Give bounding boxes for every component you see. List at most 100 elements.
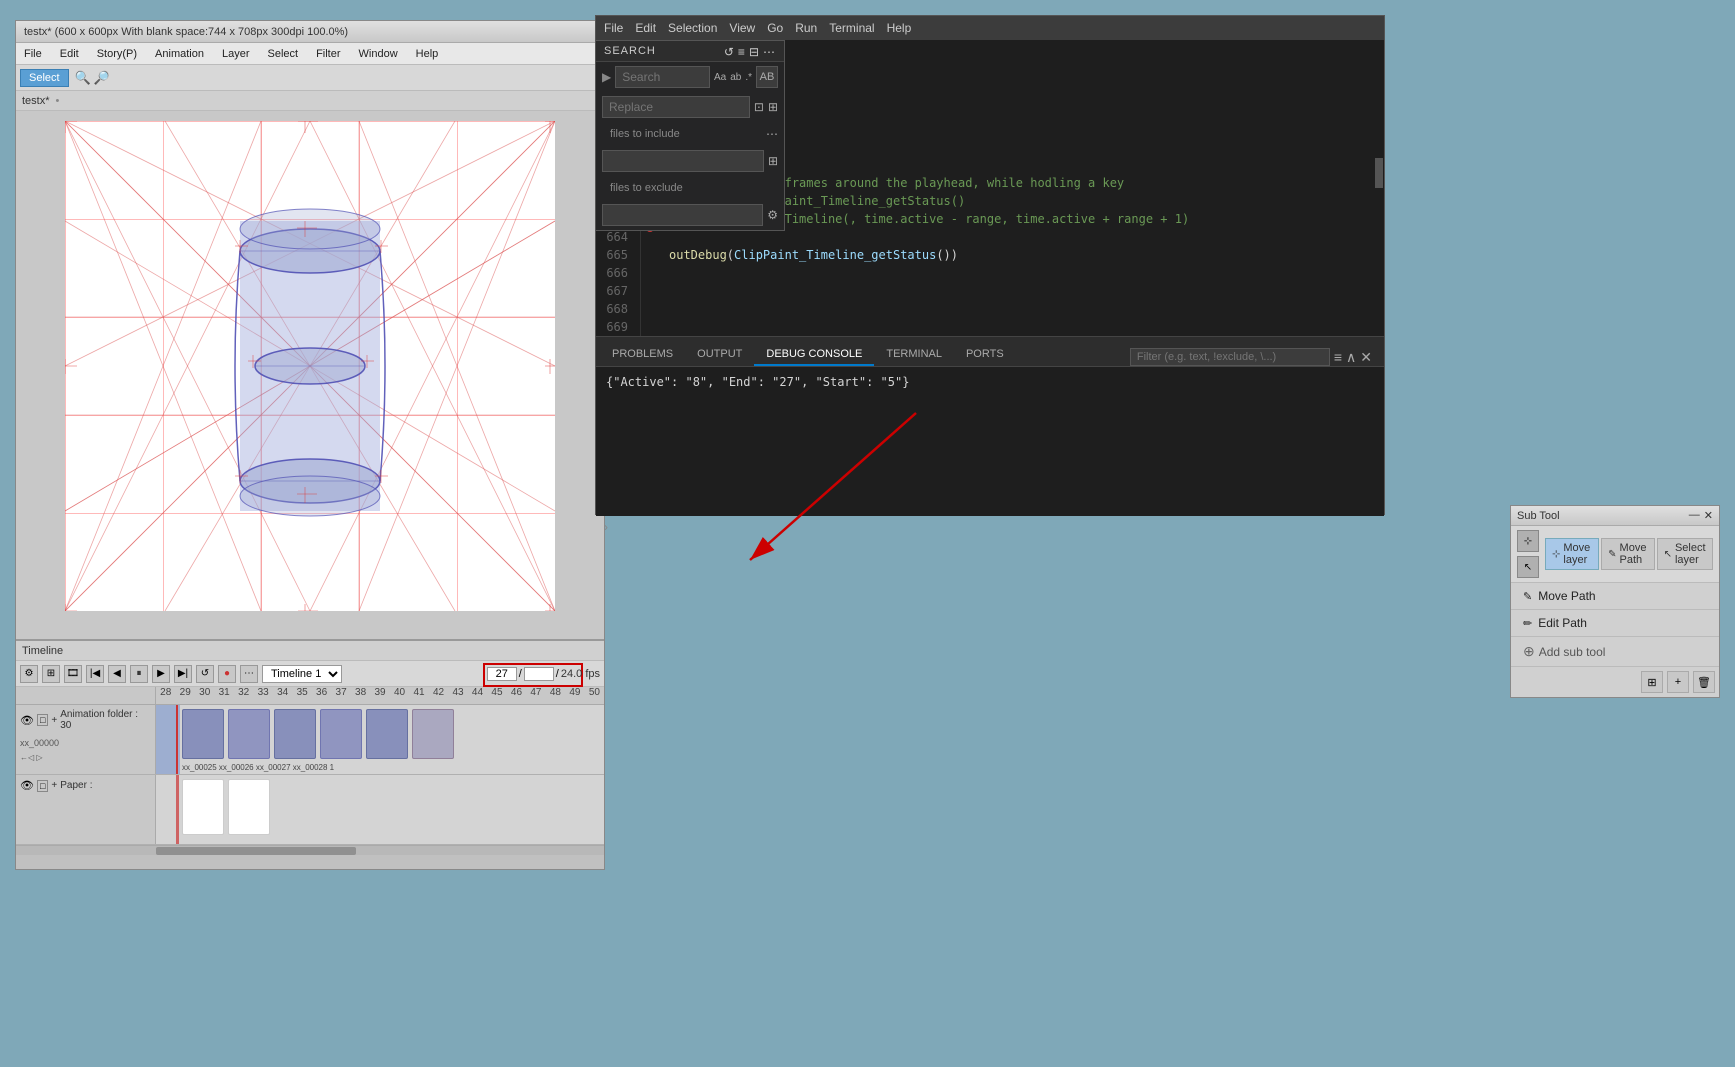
menu-help[interactable]: Help bbox=[412, 46, 443, 62]
regex-btn[interactable]: .* bbox=[745, 72, 752, 83]
menu-filter[interactable]: Filter bbox=[312, 46, 344, 62]
tab-label[interactable]: testx* bbox=[22, 95, 50, 107]
menu-story[interactable]: Story(P) bbox=[93, 46, 141, 62]
select-tool-btn[interactable]: Select bbox=[20, 69, 69, 87]
vscode-scrollbar-thumb[interactable] bbox=[1375, 158, 1383, 188]
replace-all-icon[interactable]: ⊞ bbox=[768, 100, 778, 114]
move-layer-btn[interactable]: ⊹ Move layer bbox=[1545, 538, 1599, 570]
collapse-search-btn[interactable]: ▶ bbox=[602, 70, 611, 84]
tab-ports[interactable]: PORTS bbox=[954, 344, 1016, 366]
move-path-btn[interactable]: ✎ Move Path bbox=[1601, 538, 1654, 570]
subtool-item-edit-path[interactable]: ✏ Edit Path bbox=[1511, 610, 1719, 637]
select-icon: ↖ bbox=[1517, 556, 1539, 578]
collapse-icon[interactable]: ∧ bbox=[1346, 349, 1356, 366]
tab-terminal[interactable]: TERMINAL bbox=[874, 344, 954, 366]
ruler-mark: 34 bbox=[273, 687, 292, 704]
add-tool-btn[interactable]: + bbox=[1667, 671, 1689, 693]
ruler-mark: 40 bbox=[390, 687, 409, 704]
refresh-icon[interactable]: ↺ bbox=[724, 45, 735, 59]
vs-menu-help[interactable]: Help bbox=[887, 21, 912, 35]
vs-menu-view[interactable]: View bbox=[729, 21, 755, 35]
menu-file[interactable]: File bbox=[20, 46, 46, 62]
timeline-grid-btn[interactable]: ⊞ bbox=[42, 665, 60, 683]
console-filter-input[interactable] bbox=[1130, 348, 1330, 366]
frame-name: xx_00000 bbox=[20, 738, 59, 748]
toolbar-icons: 🔍 🔎 bbox=[75, 70, 110, 86]
tab-problems[interactable]: PROBLEMS bbox=[600, 344, 685, 366]
replace-icon[interactable]: ⊡ bbox=[754, 100, 764, 114]
add-subtool-btn[interactable]: ⊕ Add sub tool bbox=[1511, 637, 1719, 666]
step-fwd-btn[interactable]: ▶ bbox=[152, 665, 170, 683]
copy-subtool-btn[interactable]: ⊞ bbox=[1641, 671, 1663, 693]
subtool-item-move-path[interactable]: ✎ Move Path bbox=[1511, 583, 1719, 610]
case-sensitive-btn[interactable]: Aa bbox=[714, 72, 726, 83]
close-btn[interactable]: ✕ bbox=[1704, 509, 1713, 522]
step-back-btn[interactable]: ◀ bbox=[108, 665, 126, 683]
zoom-out-icon[interactable]: 🔎 bbox=[94, 70, 110, 86]
search-action-btn[interactable]: AB bbox=[756, 66, 778, 88]
csp-menubar: File Edit Story(P) Animation Layer Selec… bbox=[16, 43, 604, 65]
menu-animation[interactable]: Animation bbox=[151, 46, 208, 62]
collapse-icon[interactable]: ⊟ bbox=[749, 45, 760, 59]
layer-add-icon[interactable]: + bbox=[51, 715, 57, 726]
subtool-item-label: Edit Path bbox=[1538, 616, 1587, 630]
animation-layer-name: Animation folder : 30 bbox=[60, 709, 151, 731]
timeline-filmstrip-btn[interactable]: 🎞 bbox=[64, 665, 82, 683]
prev-frame-btn[interactable]: |◀ bbox=[86, 665, 104, 683]
add-subtool-label: Add sub tool bbox=[1539, 645, 1606, 659]
canvas-drawing bbox=[65, 121, 555, 611]
files-icon[interactable]: ⊞ bbox=[768, 154, 778, 168]
timeline-scrollbar-thumb[interactable] bbox=[156, 847, 356, 855]
menu-layer[interactable]: Layer bbox=[218, 46, 254, 62]
menu-edit[interactable]: Edit bbox=[56, 46, 83, 62]
vscode-scrollbar[interactable] bbox=[1374, 40, 1384, 336]
search-input[interactable] bbox=[615, 66, 710, 88]
menu-window[interactable]: Window bbox=[355, 46, 402, 62]
list-icon[interactable]: ≡ bbox=[738, 45, 746, 59]
whole-word-btn[interactable]: ab bbox=[730, 72, 741, 83]
eye-icon[interactable]: 👁 bbox=[20, 714, 34, 727]
more-btn[interactable]: ⋯ bbox=[240, 665, 258, 683]
filter-list-icon[interactable]: ≡ bbox=[1334, 349, 1342, 365]
timeline-selector[interactable]: Timeline 1 bbox=[262, 665, 342, 683]
csp-title: testx* (600 x 600px With blank space:744… bbox=[24, 26, 348, 38]
csp-tab: testx* • bbox=[16, 91, 604, 111]
paper-layer-name: Paper : bbox=[60, 780, 92, 791]
record-btn[interactable]: ● bbox=[218, 665, 236, 683]
vs-menu-run[interactable]: Run bbox=[795, 21, 817, 35]
expand-more-icon[interactable]: ⋯ bbox=[763, 45, 776, 59]
vs-menu-terminal[interactable]: Terminal bbox=[829, 21, 874, 35]
ruler-mark: 44 bbox=[468, 687, 487, 704]
expand-arrow[interactable]: › bbox=[596, 516, 1384, 538]
ruler-mark: 50 bbox=[585, 687, 604, 704]
loop-btn[interactable]: ↺ bbox=[196, 665, 214, 683]
ruler-mark: 49 bbox=[565, 687, 584, 704]
menu-select[interactable]: Select bbox=[264, 46, 303, 62]
next-frame-btn[interactable]: ▶| bbox=[174, 665, 192, 683]
timeline-settings-btn[interactable]: ⚙ bbox=[20, 665, 38, 683]
zoom-in-icon[interactable]: 🔍 bbox=[75, 70, 91, 86]
layer-add-icon[interactable]: + bbox=[51, 780, 57, 791]
files-include-input[interactable] bbox=[602, 150, 764, 172]
vs-menu-file[interactable]: File bbox=[604, 21, 623, 35]
files-exclude-input[interactable] bbox=[602, 204, 763, 226]
animation-frames: xx_00025 xx_00026 xx_00027 xx_00028 1 bbox=[156, 705, 604, 774]
delete-subtool-btn[interactable]: 🗑 bbox=[1693, 671, 1715, 693]
move-layer-icon: ⊹ bbox=[1552, 549, 1560, 560]
eye-icon[interactable]: 👁 bbox=[20, 779, 34, 792]
timeline-scrollbar[interactable] bbox=[16, 845, 604, 855]
vs-menu-selection[interactable]: Selection bbox=[668, 21, 717, 35]
vs-menu-edit[interactable]: Edit bbox=[635, 21, 656, 35]
minimize-btn[interactable]: — bbox=[1689, 509, 1700, 522]
close-console-icon[interactable]: ✕ bbox=[1360, 349, 1372, 366]
tab-debug-console[interactable]: DEBUG CONSOLE bbox=[754, 344, 874, 366]
tab-output[interactable]: OUTPUT bbox=[685, 344, 754, 366]
vs-menu-go[interactable]: Go bbox=[767, 21, 783, 35]
files-include-row: files to include ⋯ bbox=[596, 122, 784, 146]
replace-input[interactable] bbox=[602, 96, 750, 118]
play-pause-btn[interactable]: ⏸ bbox=[130, 665, 148, 683]
search-panel: SEARCH ↺ ≡ ⊟ ⋯ ▶ Aa ab .* AB ⊡ ⊞ files t… bbox=[595, 40, 785, 231]
gear-icon[interactable]: ⚙ bbox=[767, 208, 778, 222]
select-layer-btn[interactable]: ↖ Select layer bbox=[1657, 538, 1713, 570]
more-options-icon[interactable]: ⋯ bbox=[766, 127, 778, 141]
